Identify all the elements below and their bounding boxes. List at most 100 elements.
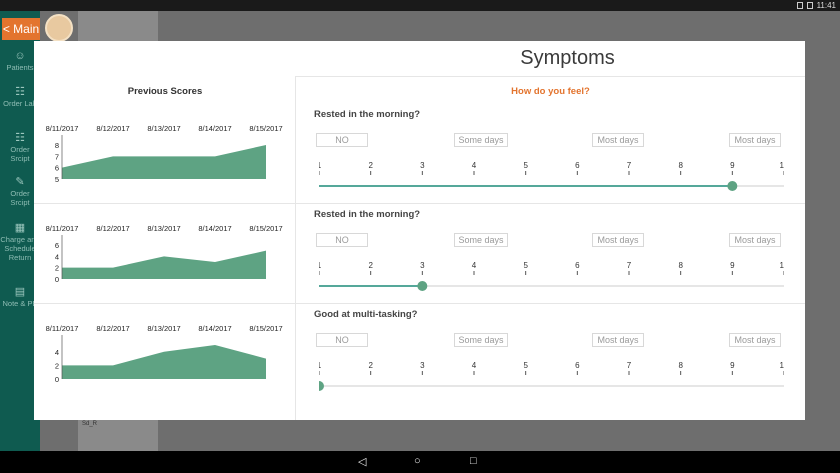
scale-label: 3 <box>420 361 425 370</box>
scale-label: 2 <box>368 361 373 370</box>
symptoms-modal: Symptoms Previous Scores How do you feel… <box>34 41 805 420</box>
scale-label: 8 <box>678 161 683 170</box>
scale-label: 10 <box>780 361 784 370</box>
scale-thumb[interactable] <box>727 181 738 191</box>
scale-label: 8 <box>678 261 683 270</box>
status-time: 11:41 <box>816 1 836 10</box>
x-tick-label: 8/11/2017 <box>46 324 79 333</box>
scale-label: 10 <box>780 161 784 170</box>
y-tick-label: 2 <box>55 361 59 370</box>
score-chart-2: 6 4 2 0 8/11/2017 8/12/2017 8/13/2017 8/14/2017… <box>34 221 296 291</box>
scale-label: 9 <box>730 361 735 370</box>
x-tick-label: 8/14/2017 <box>198 324 231 333</box>
sidebar-item-label: Order Srcipt <box>10 145 30 163</box>
scale-label: 7 <box>627 361 632 370</box>
x-tick-label: 8/12/2017 <box>96 124 129 133</box>
option-some-days-2[interactable]: Some days <box>454 233 508 247</box>
x-tick-label: 8/14/2017 <box>198 224 231 233</box>
x-tick-label: 8/14/2017 <box>198 124 231 133</box>
x-tick-label: 8/13/2017 <box>147 124 180 133</box>
option-most-days-1[interactable]: Most days <box>592 133 644 147</box>
row-divider <box>34 203 805 204</box>
scale-thumb[interactable] <box>319 381 324 391</box>
x-tick-label: 8/15/2017 <box>249 224 282 233</box>
scale-label: 4 <box>472 161 477 170</box>
x-tick-label: 8/15/2017 <box>249 124 282 133</box>
scale-label: 1 <box>319 261 322 270</box>
recent-square-icon[interactable]: □ <box>470 455 477 467</box>
row-divider <box>34 303 805 304</box>
battery-icon <box>806 2 813 9</box>
previous-scores-heading: Previous Scores <box>127 86 203 97</box>
option-no-2[interactable]: NO <box>316 233 368 247</box>
scale-label: 2 <box>368 261 373 270</box>
option-no-3[interactable]: NO <box>316 333 368 347</box>
option-most-days-3b[interactable]: Most days <box>729 333 781 347</box>
chart-area <box>62 145 266 179</box>
sidebar-item-label: Note & PE <box>2 299 38 308</box>
score-chart-3: 4 2 0 8/11/2017 8/12/2017 8/13/2017 8/14/2017 8… <box>34 321 296 391</box>
scale-label: 7 <box>627 161 632 170</box>
home-circle-icon[interactable]: ○ <box>414 455 421 467</box>
y-tick-label: 6 <box>55 241 59 250</box>
y-tick-label: 8 <box>55 141 59 150</box>
option-most-days-2[interactable]: Most days <box>592 233 644 247</box>
scale-label: 9 <box>730 161 735 170</box>
rating-scale-2[interactable]: 1 2 3 4 5 6 7 8 9 10 <box>319 259 784 299</box>
option-most-days-1b[interactable]: Most days <box>729 133 781 147</box>
option-no-1[interactable]: NO <box>316 133 368 147</box>
scale-label: 3 <box>420 261 425 270</box>
y-tick-label: 4 <box>55 252 59 261</box>
scale-label: 5 <box>523 361 528 370</box>
sidebar-item-label: Patients <box>6 63 34 72</box>
scale-label: 7 <box>627 261 632 270</box>
option-most-days-2b[interactable]: Most days <box>729 233 781 247</box>
x-tick-label: 8/13/2017 <box>147 324 180 333</box>
question-label-1: Rested in the morning? <box>314 109 421 120</box>
modal-title: Symptoms <box>520 47 615 69</box>
sidebar-item-label: Order Lab <box>3 99 37 108</box>
background-text: Sd_R <box>82 421 98 427</box>
y-tick-label: 7 <box>55 152 59 161</box>
back-button[interactable]: < Main <box>2 18 40 40</box>
x-tick-label: 8/13/2017 <box>147 224 180 233</box>
scale-label: 4 <box>472 261 477 270</box>
x-tick-label: 8/12/2017 <box>96 224 129 233</box>
scale-label: 8 <box>678 361 683 370</box>
rating-scale-1[interactable]: 1 2 3 4 5 6 7 8 9 10 <box>319 159 784 199</box>
rating-scale-3[interactable]: 1 2 3 4 5 6 7 8 9 10 <box>319 359 784 399</box>
scale-label: 9 <box>730 261 735 270</box>
x-tick-label: 8/11/2017 <box>46 124 79 133</box>
question-label-3: Good at multi-tasking? <box>314 309 418 320</box>
back-triangle-icon[interactable]: ◁ <box>358 455 366 468</box>
scale-label: 1 <box>319 161 322 170</box>
y-tick-label: 4 <box>55 348 59 357</box>
status-bar: 11:41 <box>0 0 840 11</box>
option-some-days-1[interactable]: Some days <box>454 133 508 147</box>
scale-label: 4 <box>472 361 477 370</box>
x-tick-label: 8/12/2017 <box>96 324 129 333</box>
scale-label: 5 <box>523 161 528 170</box>
android-nav-bar: ◁ ○ □ <box>0 451 840 473</box>
scale-label: 6 <box>575 261 580 270</box>
scale-label: 1 <box>319 361 322 370</box>
how-feel-heading: How do you feel? <box>511 86 590 97</box>
signal-icon <box>796 2 803 9</box>
scale-label: 2 <box>368 161 373 170</box>
chart-area <box>62 345 266 379</box>
chart-area <box>62 250 266 279</box>
scale-label: 6 <box>575 361 580 370</box>
scale-thumb[interactable] <box>417 281 428 291</box>
x-tick-label: 8/11/2017 <box>46 224 79 233</box>
option-some-days-3[interactable]: Some days <box>454 333 508 347</box>
scale-label: 3 <box>420 161 425 170</box>
y-tick-label: 0 <box>55 375 59 384</box>
scale-label: 6 <box>575 161 580 170</box>
y-tick-label: 6 <box>55 164 59 173</box>
y-tick-label: 2 <box>55 264 59 273</box>
option-most-days-3[interactable]: Most days <box>592 333 644 347</box>
question-label-2: Rested in the morning? <box>314 209 421 220</box>
score-chart-1: 8 7 6 5 8/11/2017 8/12/2017 8/13/2017 8/14/2017… <box>34 121 296 191</box>
scale-label: 5 <box>523 261 528 270</box>
avatar[interactable] <box>45 14 73 42</box>
